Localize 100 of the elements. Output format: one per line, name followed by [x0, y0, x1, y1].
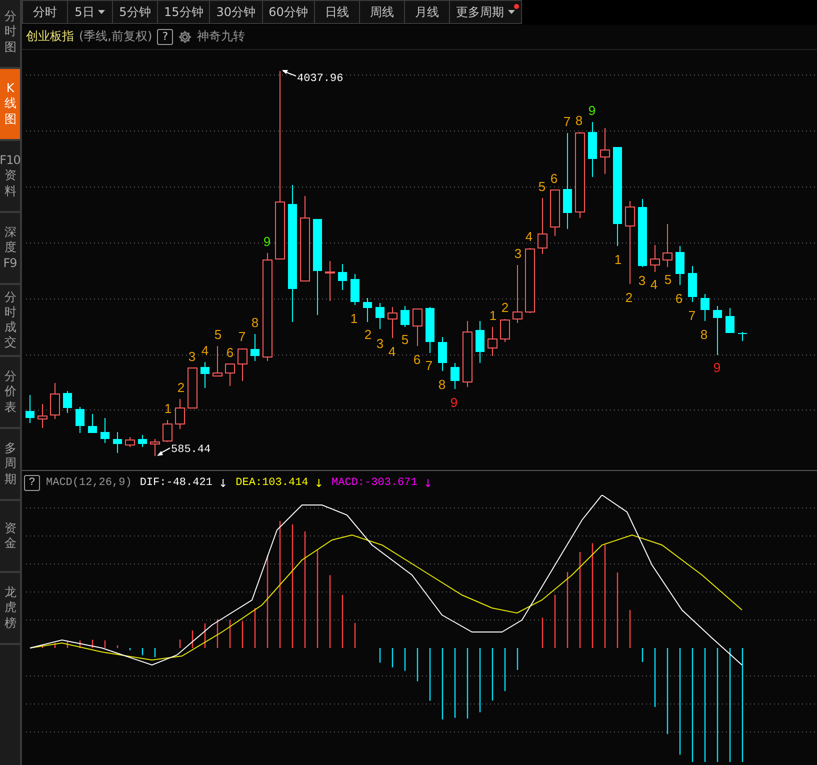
sequence-count: 3 [638, 273, 646, 288]
candlestick [200, 362, 210, 389]
period-tab[interactable]: 分时 [22, 0, 67, 24]
period-tab[interactable]: 月线 [404, 0, 449, 24]
candlestick [88, 414, 97, 434]
sequence-count: 7 [688, 308, 696, 324]
candlestick [476, 320, 484, 364]
sequence-count: 8 [575, 113, 583, 128]
sequence-count: 5 [214, 327, 222, 342]
notification-dot [514, 4, 519, 9]
sequence-count: 4 [525, 229, 533, 244]
indicator-name: 神奇九转 [197, 28, 246, 46]
candlestick [512, 264, 522, 324]
candlestick [225, 364, 235, 387]
candlestick [150, 438, 160, 457]
sequence-count: 1 [164, 401, 172, 416]
period-tab[interactable]: 日线 [314, 0, 359, 24]
period-tab[interactable]: 15分钟 [157, 0, 210, 24]
sequence-count: 3 [188, 349, 196, 364]
help-button[interactable]: ? [24, 475, 40, 492]
sequence-count: 7 [563, 114, 571, 130]
sidebar-tab[interactable]: F10资料 [0, 141, 20, 213]
index-name: 创业板指 [26, 28, 74, 46]
low-price-label: 585.44 [171, 444, 211, 456]
candlestick [338, 264, 347, 291]
sequence-count: 2 [501, 300, 509, 316]
candlestick [525, 248, 535, 314]
candlestick [350, 274, 360, 306]
pointer-arrow [282, 70, 296, 77]
sequence-count: 4 [650, 277, 658, 292]
candlestick [488, 326, 498, 357]
sidebar-tab[interactable]: 龙虎榜 [0, 573, 20, 645]
sequence-count: 7 [238, 329, 246, 344]
indicator-reading: MACD:-303.671 [332, 477, 418, 490]
candlestick [426, 306, 434, 354]
candlestick [50, 382, 60, 420]
indicator-reading: DIF:-48.421 [140, 477, 212, 490]
candlestick [138, 434, 147, 448]
sidebar-tab[interactable]: 分时成交 [0, 285, 20, 357]
sequence-count: 6 [550, 171, 558, 186]
sidebar-tab[interactable]: 深度F9 [0, 213, 20, 285]
sequence-count: 4 [201, 343, 209, 358]
sequence-count: 9 [713, 360, 721, 376]
candlestick [500, 318, 510, 343]
trend-arrow: ↓ [218, 476, 228, 490]
sidebar-tab[interactable]: 多周期 [0, 429, 20, 501]
candlestick [400, 306, 410, 328]
sequence-count: 3 [376, 336, 384, 352]
candlestick [662, 224, 672, 268]
candlestick [175, 398, 185, 430]
sequence-count: 3 [514, 246, 522, 262]
sequence-count: 6 [413, 352, 421, 368]
sequence-count: 2 [177, 380, 185, 396]
indicator-reading: DEA:103.414 [236, 477, 308, 490]
candlestick [713, 306, 722, 356]
candlestick [188, 368, 198, 409]
sequence-count: 1 [350, 311, 358, 326]
candlestick [162, 420, 172, 443]
candlestick [450, 362, 460, 390]
sequence-count: 9 [588, 103, 596, 118]
trend-arrow: ↓ [314, 476, 324, 490]
candlestick [388, 306, 398, 339]
candlestick [438, 336, 447, 372]
sequence-count: 7 [425, 358, 433, 374]
caret-icon [98, 10, 106, 14]
sequence-count: 1 [489, 308, 497, 324]
candlestick [325, 260, 335, 302]
period-tab[interactable]: 60分钟 [262, 0, 314, 24]
candlestick [113, 432, 122, 454]
high-price-label: 4037.96 [297, 73, 344, 86]
period-tab[interactable]: 5分钟 [112, 0, 157, 24]
candlestick [363, 298, 372, 323]
sequence-count: 5 [401, 332, 409, 348]
candlestick [738, 332, 747, 342]
candlestick [76, 406, 84, 434]
candlestick [538, 198, 548, 255]
sequence-count: 2 [364, 327, 372, 342]
candlestick [250, 334, 260, 362]
trend-arrow: ↓ [423, 476, 433, 490]
candlestick [412, 308, 422, 347]
period-tab[interactable]: 周线 [358, 0, 404, 24]
period-tab[interactable]: 更多周期 [448, 0, 522, 24]
period-tab[interactable]: 30分钟 [209, 0, 262, 24]
sequence-count: 1 [614, 252, 622, 268]
caret-icon [508, 10, 515, 14]
sequence-count: 2 [625, 290, 633, 306]
period-tab[interactable]: 5日 [67, 0, 112, 24]
candlestick [676, 246, 684, 286]
candlestick [462, 320, 472, 388]
sequence-count: 9 [450, 395, 458, 410]
sequence-count: 8 [251, 315, 259, 330]
candlestick [63, 390, 72, 414]
candlestick [600, 128, 610, 175]
candlestick [688, 266, 697, 303]
candlestick [238, 348, 248, 382]
help-button[interactable]: ? [157, 28, 174, 45]
sidebar-tab[interactable]: 分价表 [0, 357, 20, 429]
settings-icon[interactable] [178, 30, 192, 44]
sidebar-tab[interactable]: 资金 [0, 501, 20, 573]
candlestick [125, 436, 135, 448]
